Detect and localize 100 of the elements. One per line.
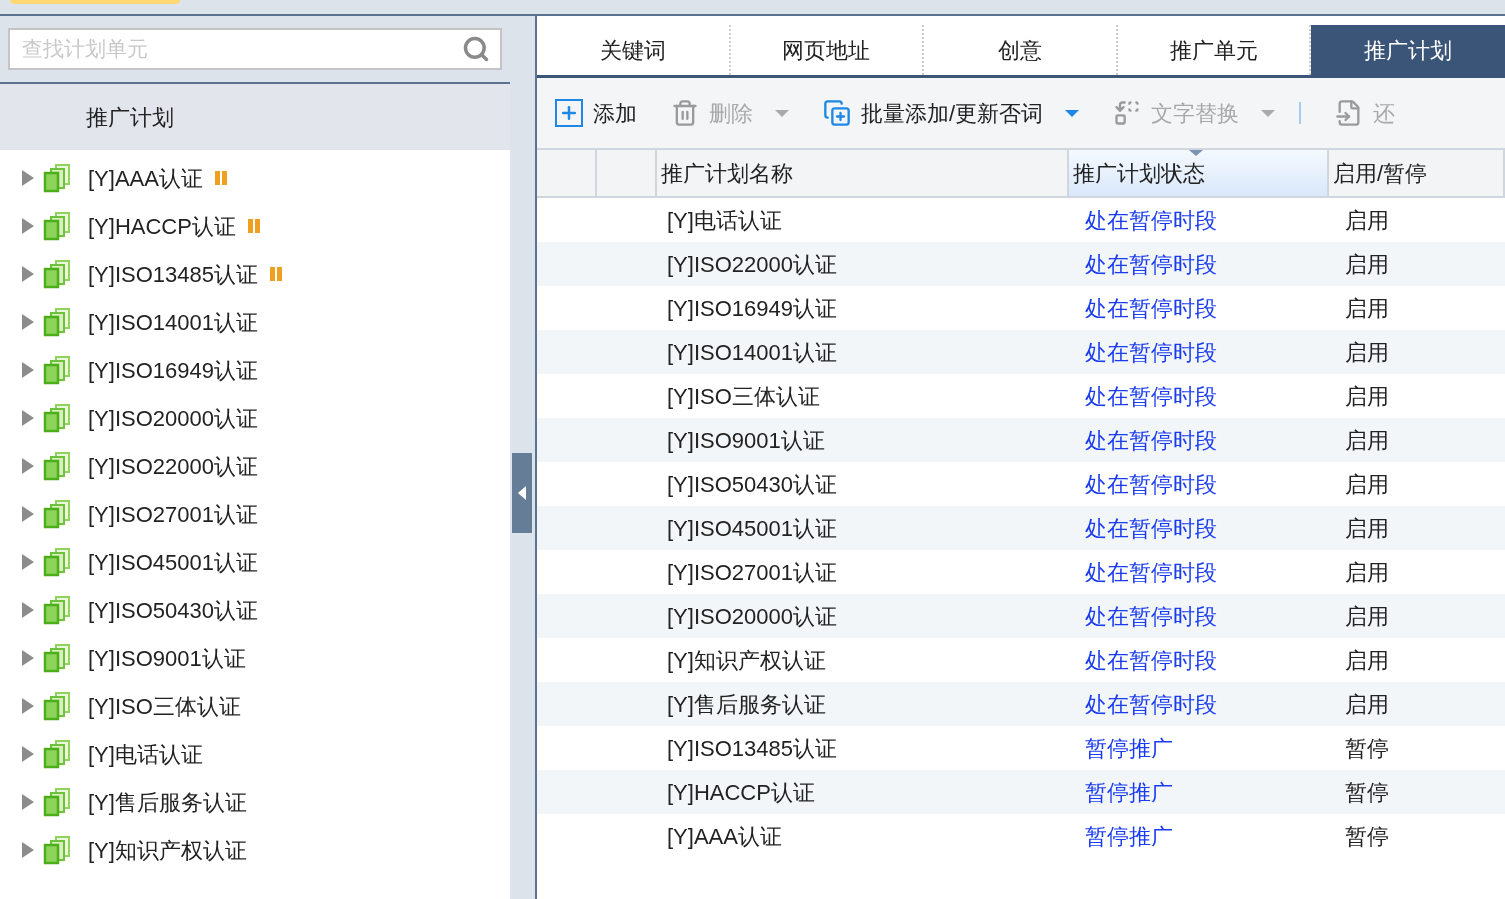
tree-item[interactable]: [Y]ISO16949认证: [0, 346, 510, 394]
table-cell-text: 暂停: [1344, 778, 1390, 807]
table-cell-text: [Y]AAA认证: [666, 822, 783, 851]
table-cell-text: [Y]知识产权认证: [666, 646, 827, 675]
plan-name: [Y]ISO16949认证: [88, 356, 258, 385]
tab[interactable]: 网页地址: [730, 25, 925, 75]
trash-icon: [671, 99, 699, 127]
table-cell-text: [Y]ISO45001认证: [666, 514, 838, 543]
table-cell-text: 启用: [1344, 382, 1390, 411]
table-cell-text: [Y]ISO14001认证: [666, 338, 838, 367]
status-link[interactable]: 暂停推广: [1077, 731, 1337, 765]
stacked-pages-icon: [42, 355, 72, 385]
table-cell-text: [Y]ISO三体认证: [666, 382, 821, 411]
text-replace-icon: [1113, 99, 1142, 127]
tree-item[interactable]: [Y]ISO13485认证: [0, 250, 510, 298]
table-cell-text: [Y]ISO22000认证: [666, 250, 838, 279]
column-header[interactable]: 推广计划状态: [1069, 150, 1329, 196]
plan-name: [Y]知识产权认证: [88, 836, 247, 865]
plan-name: [Y]ISO50430认证: [88, 596, 258, 625]
tab[interactable]: 推广计划: [1311, 25, 1505, 75]
copy-plus-icon: [823, 99, 851, 127]
stacked-pages-icon: [42, 451, 72, 481]
plan-name: [Y]ISO27001认证: [88, 500, 258, 529]
plan-name: [Y]电话认证: [88, 740, 203, 769]
table-cell-text: 启用: [1344, 646, 1390, 675]
toolbar-button[interactable]: 添加: [555, 96, 637, 130]
tree-item[interactable]: [Y]ISO三体认证: [0, 682, 510, 730]
tree-item[interactable]: [Y]知识产权认证: [0, 826, 510, 874]
table-cell-text: 启用: [1344, 294, 1390, 323]
table-cell-text: [Y]电话认证: [666, 206, 783, 235]
table-cell-text: 暂停: [1344, 734, 1390, 763]
plan-name: [Y]售后服务认证: [88, 788, 247, 817]
plan-name: [Y]ISO13485认证: [88, 260, 258, 289]
tab[interactable]: 创意: [924, 25, 1118, 75]
status-link[interactable]: 处在暂停时段: [1077, 291, 1337, 325]
table-cell-text: 启用: [1344, 558, 1390, 587]
status-link[interactable]: 暂停推广: [1077, 775, 1337, 809]
column-header[interactable]: 启用/暂停: [1329, 150, 1505, 196]
tree-item[interactable]: [Y]ISO22000认证: [0, 442, 510, 490]
tree-item[interactable]: [Y]电话认证: [0, 730, 510, 778]
status-link[interactable]: 处在暂停时段: [1077, 643, 1337, 677]
plan-name: [Y]ISO三体认证: [88, 692, 241, 721]
stacked-pages-icon: [42, 547, 72, 577]
stacked-pages-icon: [42, 691, 72, 721]
sort-arrow-icon: [1189, 150, 1203, 156]
plan-name: [Y]ISO22000认证: [88, 452, 258, 481]
plus-square-icon: [555, 99, 583, 127]
stacked-pages-icon: [42, 403, 72, 433]
table-cell-text: [Y]ISO13485认证: [666, 734, 838, 763]
table-cell-text: [Y]ISO9001认证: [666, 426, 826, 455]
status-link[interactable]: 处在暂停时段: [1077, 555, 1337, 589]
plan-name: [Y]ISO9001认证: [88, 644, 246, 673]
plan-name: [Y]HACCP认证: [88, 212, 236, 241]
search-icon[interactable]: [462, 35, 490, 63]
stacked-pages-icon: [42, 259, 72, 289]
status-link[interactable]: 处在暂停时段: [1077, 687, 1337, 721]
table-cell-text: 暂停: [1344, 822, 1390, 851]
table-cell-text: 启用: [1344, 426, 1390, 455]
stacked-pages-icon: [42, 163, 72, 193]
tree-item[interactable]: [Y]ISO9001认证: [0, 634, 510, 682]
plan-name: [Y]ISO14001认证: [88, 308, 258, 337]
tab[interactable]: 关键词: [537, 25, 731, 75]
status-link[interactable]: 处在暂停时段: [1077, 467, 1337, 501]
stacked-pages-icon: [42, 739, 72, 769]
left-arrow-icon: [518, 485, 526, 500]
stacked-pages-icon: [42, 307, 72, 337]
tree-item[interactable]: [Y]ISO14001认证: [0, 298, 510, 346]
tree-item[interactable]: [Y]AAA认证: [0, 154, 510, 202]
status-link[interactable]: 处在暂停时段: [1077, 335, 1337, 369]
status-link[interactable]: 处在暂停时段: [1077, 599, 1337, 633]
tree-item[interactable]: [Y]ISO27001认证: [0, 490, 510, 538]
tree-item[interactable]: [Y]ISO50430认证: [0, 586, 510, 634]
table-cell-text: 启用: [1344, 206, 1390, 235]
status-link[interactable]: 处在暂停时段: [1077, 511, 1337, 545]
status-link[interactable]: 处在暂停时段: [1077, 379, 1337, 413]
status-link[interactable]: 处在暂停时段: [1077, 423, 1337, 457]
tree-item[interactable]: [Y]HACCP认证: [0, 202, 510, 250]
dropdown-caret-icon[interactable]: [1065, 109, 1080, 117]
table-cell-text: 启用: [1344, 250, 1390, 279]
table-cell-text: 启用: [1344, 338, 1390, 367]
stacked-pages-icon: [42, 595, 72, 625]
plan-name: [Y]ISO20000认证: [88, 404, 258, 433]
toolbar-button[interactable]: 批量添加/更新否词: [823, 96, 1044, 130]
tree-item[interactable]: [Y]售后服务认证: [0, 778, 510, 826]
plan-name: [Y]ISO45001认证: [88, 548, 258, 577]
table-cell-text: 启用: [1344, 470, 1390, 499]
tree-item[interactable]: [Y]ISO20000认证: [0, 394, 510, 442]
stacked-pages-icon: [42, 835, 72, 865]
plan-name: [Y]AAA认证: [88, 164, 203, 193]
tree-header: 推广计划: [0, 84, 510, 150]
stacked-pages-icon: [42, 499, 72, 529]
status-link[interactable]: 暂停推广: [1077, 819, 1337, 853]
status-link[interactable]: 处在暂停时段: [1077, 203, 1337, 237]
table-cell-text: [Y]ISO16949认证: [666, 294, 838, 323]
status-link[interactable]: 处在暂停时段: [1077, 247, 1337, 281]
collapse-handle[interactable]: [512, 452, 532, 533]
table-cell-text: [Y]ISO50430认证: [666, 470, 838, 499]
table-cell-text: [Y]HACCP认证: [666, 778, 816, 807]
stacked-pages-icon: [42, 211, 72, 241]
tree-item[interactable]: [Y]ISO45001认证: [0, 538, 510, 586]
